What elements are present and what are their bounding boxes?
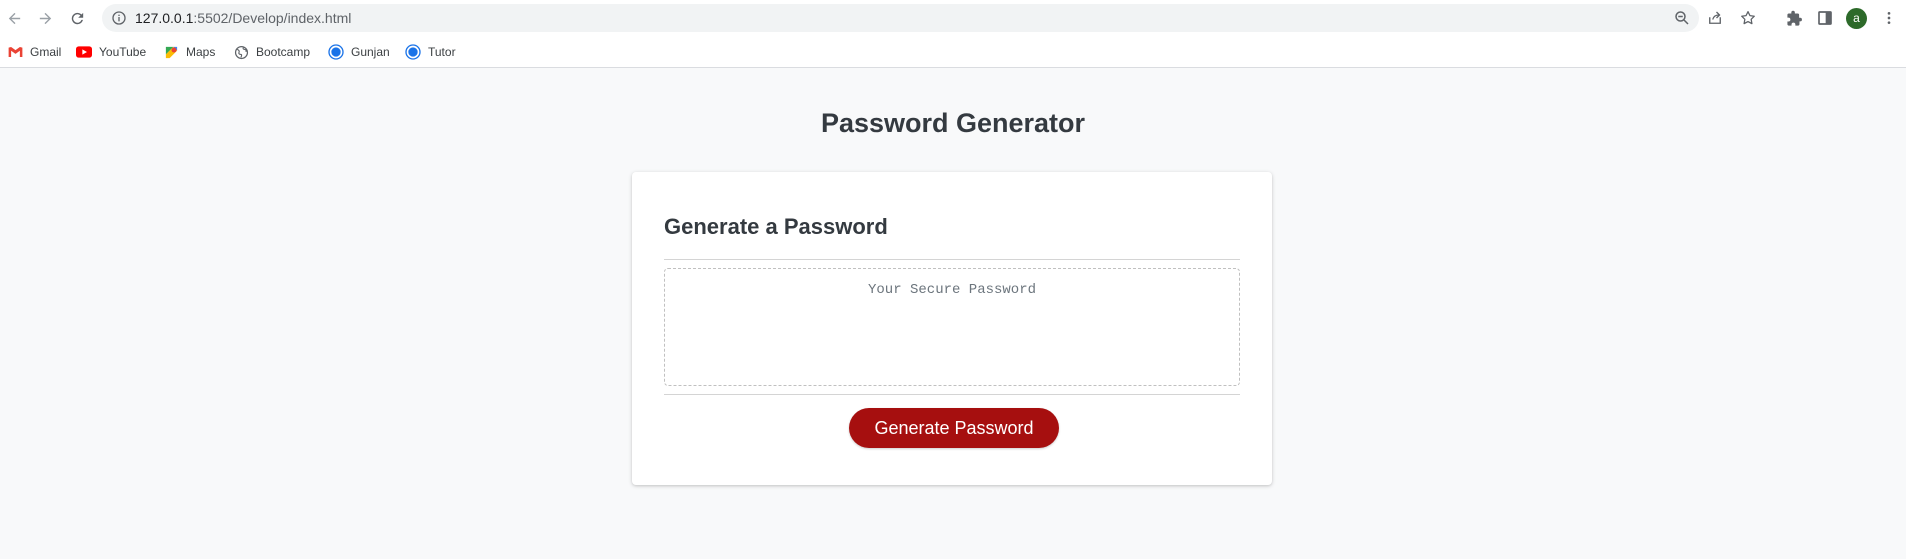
side-panel-icon (1818, 11, 1832, 25)
generate-password-button[interactable]: Generate Password (849, 408, 1059, 448)
youtube-icon (76, 44, 92, 60)
kebab-menu-icon (1887, 12, 1891, 24)
profile-avatar[interactable]: a (1846, 8, 1867, 29)
card-footer-divider (664, 394, 1240, 395)
reload-icon (71, 12, 83, 24)
share-icon[interactable] (1706, 9, 1724, 27)
zoom-icon[interactable] (1673, 9, 1691, 27)
browser-toolbar: 127.0.0.1:5502/Develop/index.html a (0, 0, 1906, 36)
reload-button[interactable] (64, 5, 90, 31)
url-path: :5502/Develop/index.html (193, 10, 352, 26)
bookmark-bootcamp[interactable]: Bootcamp (233, 43, 310, 61)
bookmark-label: Gunjan (351, 45, 390, 59)
password-output[interactable] (664, 268, 1240, 386)
password-card: Generate a Password Generate Password (632, 172, 1272, 485)
bookmark-label: Tutor (428, 45, 456, 59)
bookmark-label: Bootcamp (256, 45, 311, 59)
card-header-divider (664, 259, 1240, 260)
address-bar[interactable]: 127.0.0.1:5502/Develop/index.html (102, 4, 1755, 32)
side-panel-button[interactable] (1814, 7, 1836, 29)
bookmark-label: Maps (186, 45, 216, 59)
menu-button[interactable] (1878, 7, 1900, 29)
maps-icon (163, 44, 179, 60)
bookmark-label: YouTube (99, 45, 147, 59)
url-text[interactable]: 127.0.0.1:5502/Develop/index.html (135, 10, 351, 26)
bookmarks-bar: Gmail YouTube Maps Bootcamp Gunjan Tutor (0, 36, 1906, 68)
url-host: 127.0.0.1 (135, 10, 194, 26)
forward-button[interactable] (32, 5, 58, 31)
page-title: Password Generator (820, 108, 1086, 138)
circle-icon (328, 44, 344, 60)
bookmark-youtube[interactable]: YouTube (76, 43, 146, 61)
bookmark-tutor[interactable]: Tutor (405, 43, 456, 61)
circle-icon (405, 44, 421, 60)
info-icon[interactable] (111, 10, 127, 26)
extensions-button[interactable] (1783, 7, 1805, 29)
back-button[interactable] (1, 5, 27, 31)
bookmark-gunjan[interactable]: Gunjan (328, 43, 390, 61)
card-title: Generate a Password (664, 214, 888, 239)
bookmark-label: Gmail (30, 45, 62, 59)
gmail-icon (7, 44, 23, 60)
star-icon[interactable] (1739, 9, 1757, 27)
bookmark-gmail[interactable]: Gmail (7, 43, 61, 61)
puzzle-icon (1786, 10, 1802, 26)
arrow-right-icon (39, 12, 51, 24)
arrow-left-icon (8, 12, 20, 24)
bookmark-maps[interactable]: Maps (163, 43, 215, 61)
globe-icon (233, 44, 249, 60)
